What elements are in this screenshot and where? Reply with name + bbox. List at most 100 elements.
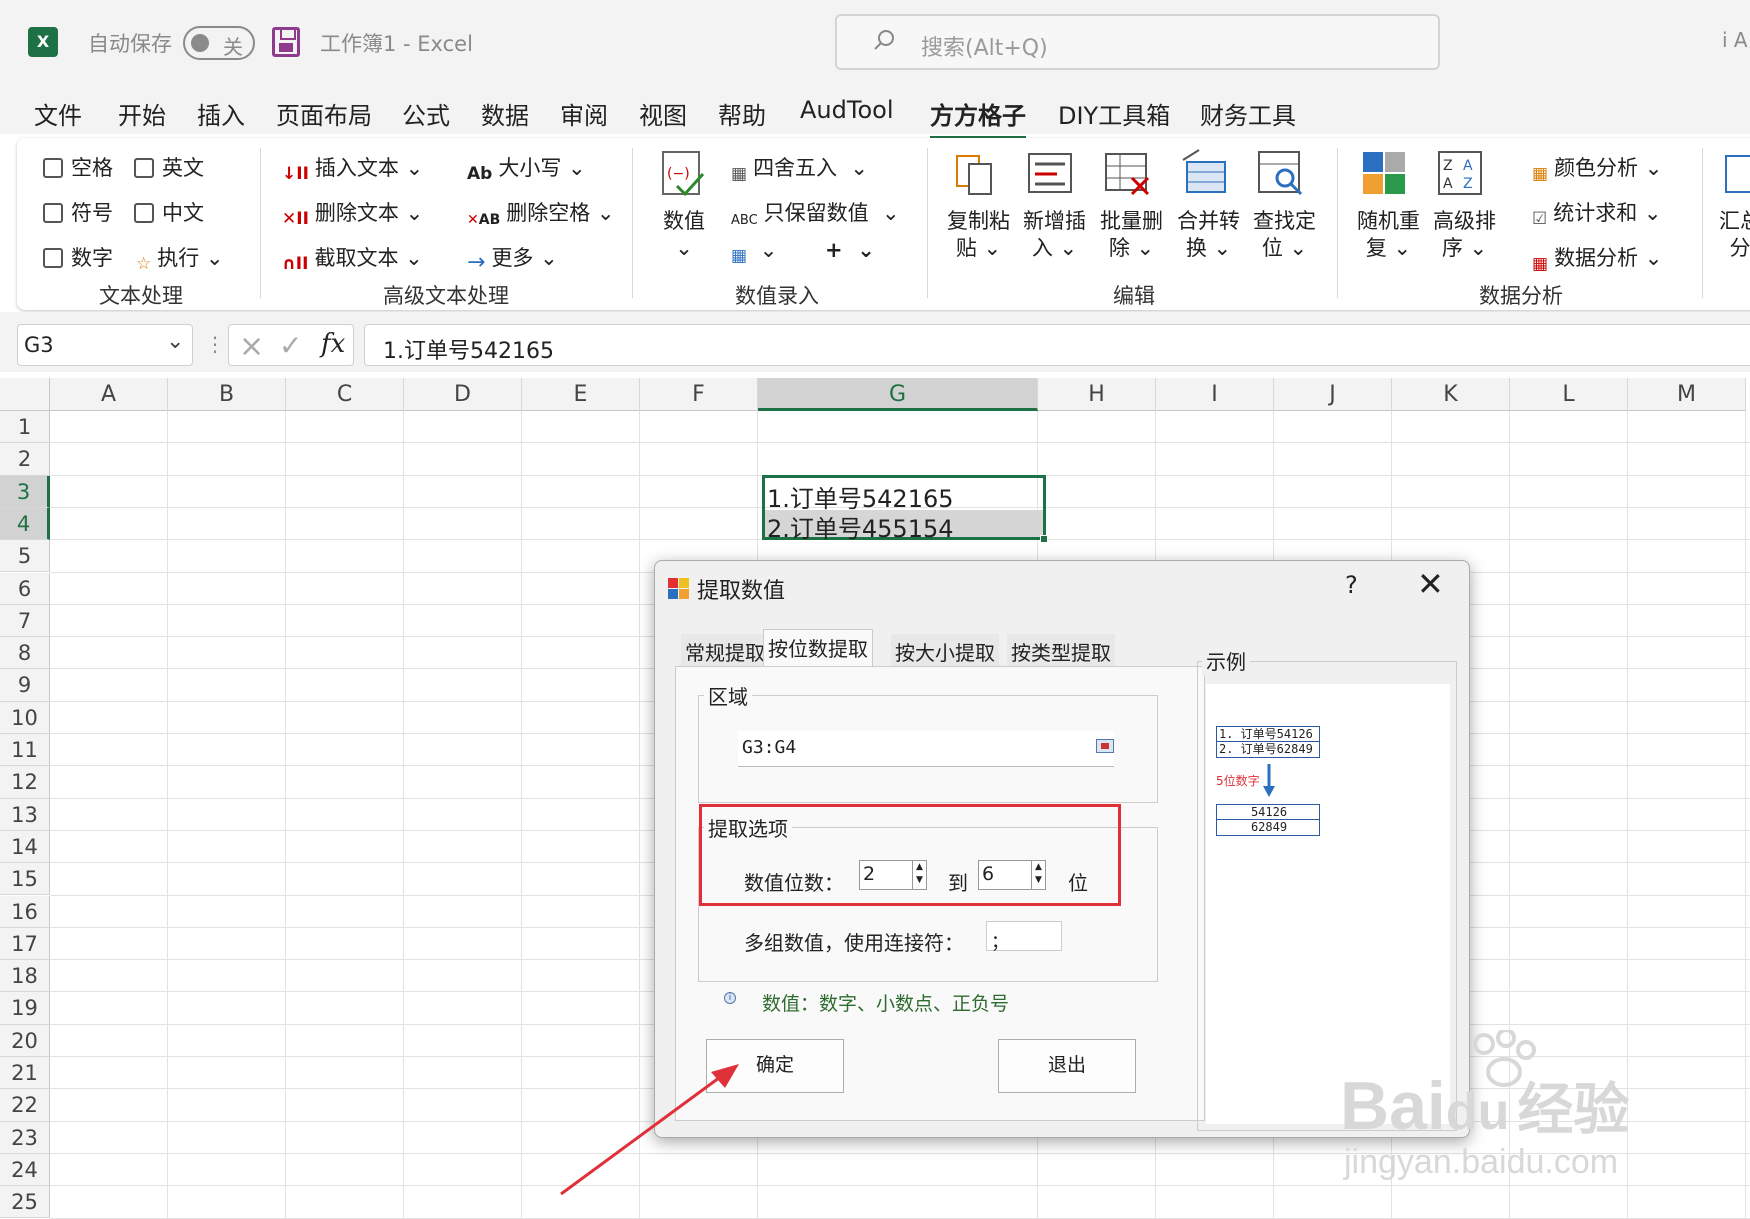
stat-sum-button[interactable]: ☑ 统计求和 ⌄ <box>1532 197 1662 229</box>
delete-space-button[interactable]: ✕AB 删除空格 ⌄ <box>467 197 615 228</box>
row-header-5[interactable]: 5 <box>0 540 50 573</box>
column-header-h[interactable]: H <box>1038 378 1156 411</box>
data-analysis-button[interactable]: ▦ 数据分析 ⌄ <box>1532 242 1662 274</box>
add-insert-button[interactable]: 新增插入 ⌄ <box>1023 208 1086 262</box>
row-header-17[interactable]: 17 <box>0 927 50 961</box>
confirm-icon[interactable]: ✓ <box>279 329 302 362</box>
tab-data[interactable]: 数据 <box>481 96 529 131</box>
color-analysis-button[interactable]: ▦ 颜色分析 ⌄ <box>1532 152 1662 184</box>
row-header-19[interactable]: 19 <box>0 992 50 1025</box>
tab-size-extract[interactable]: 按大小提取 <box>891 634 999 666</box>
edit-values-button[interactable]: ▦ ⌄ <box>731 238 777 266</box>
row-header-11[interactable]: 11 <box>0 734 50 767</box>
autosave-toggle[interactable]: 关 <box>183 26 255 60</box>
column-header-f[interactable]: F <box>640 378 758 411</box>
round-button[interactable]: ▦ 四舍五入 ⌄ <box>731 152 868 184</box>
row-header-14[interactable]: 14 <box>0 830 50 864</box>
tab-formulas[interactable]: 公式 <box>402 96 450 131</box>
tab-view[interactable]: 视图 <box>639 96 687 131</box>
copy-paste-button[interactable]: 复制粘贴 ⌄ <box>947 208 1010 262</box>
row-header-2[interactable]: 2 <box>0 443 50 476</box>
row-header-6[interactable]: 6 <box>0 572 50 605</box>
column-header-e[interactable]: E <box>522 378 640 411</box>
row-header-22[interactable]: 22 <box>0 1089 50 1122</box>
search-box[interactable]: 搜索(Alt+Q) <box>835 14 1440 70</box>
column-header-g[interactable]: G <box>758 378 1038 411</box>
region-input[interactable]: G3:G4 <box>738 731 1114 767</box>
row-header-9[interactable]: 9 <box>0 669 50 702</box>
row-header-21[interactable]: 21 <box>0 1057 50 1090</box>
delete-text-button[interactable]: ✕II 删除文本 ⌄ <box>282 197 423 229</box>
column-header-c[interactable]: C <box>286 378 404 411</box>
keep-values-button[interactable]: ABC 只保留数值 ⌄ <box>731 197 900 228</box>
row-header-3[interactable]: 3 <box>0 475 50 508</box>
random-duplicate-button[interactable]: 随机重复 ⌄ <box>1357 208 1420 262</box>
row-header-7[interactable]: 7 <box>0 604 50 638</box>
tab-type-extract[interactable]: 按类型提取 <box>1007 634 1115 666</box>
insert-text-button[interactable]: ↓II 插入文本 ⌄ <box>282 152 423 184</box>
column-header-l[interactable]: L <box>1510 378 1628 411</box>
checkbox-chinese[interactable]: 中文 <box>134 197 204 227</box>
chevron-down-icon[interactable]: ⌄ <box>166 329 184 354</box>
merge-convert-button[interactable]: 合并转换 ⌄ <box>1177 208 1240 262</box>
tab-review[interactable]: 审阅 <box>560 96 608 131</box>
column-header-d[interactable]: D <box>404 378 522 411</box>
help-icon[interactable]: ? <box>1345 571 1358 599</box>
checkbox-symbol[interactable]: 符号 <box>43 197 113 227</box>
column-header-b[interactable]: B <box>168 378 286 411</box>
row-header-8[interactable]: 8 <box>0 637 50 670</box>
column-header-i[interactable]: I <box>1156 378 1274 411</box>
advanced-sort-button[interactable]: 高级排序 ⌄ <box>1433 208 1496 262</box>
row-header-25[interactable]: 25 <box>0 1186 50 1219</box>
row-header-13[interactable]: 13 <box>0 798 50 831</box>
checkbox-english[interactable]: 英文 <box>134 152 204 182</box>
summary-button[interactable]: 汇总分 <box>1719 208 1750 262</box>
name-box[interactable]: G3 ⌄ <box>17 324 193 366</box>
user-account[interactable]: i A <box>1722 28 1748 52</box>
insert-function-icon[interactable]: fx <box>321 329 345 359</box>
tab-diy-toolbox[interactable]: DIY工具箱 <box>1058 96 1170 131</box>
tab-fangfang[interactable]: 方方格子 <box>930 96 1026 139</box>
row-header-4[interactable]: 4 <box>0 507 50 541</box>
column-header-a[interactable]: A <box>50 378 168 411</box>
plus-button[interactable]: + ⌄ <box>825 238 875 262</box>
tab-audtool[interactable]: AudTool <box>800 96 893 124</box>
checkbox-number[interactable]: 数字 <box>43 242 113 272</box>
find-locate-button[interactable]: 查找定位 ⌄ <box>1253 208 1316 262</box>
row-header-1[interactable]: 1 <box>0 411 50 444</box>
formula-input[interactable]: 1.订单号542165 <box>364 324 1750 366</box>
range-picker-icon[interactable] <box>1096 739 1114 753</box>
tab-general-extract[interactable]: 常规提取 <box>681 634 769 666</box>
tab-file[interactable]: 文件 <box>34 96 82 131</box>
column-header-m[interactable]: M <box>1628 378 1746 411</box>
row-header-16[interactable]: 16 <box>0 895 50 928</box>
cell-g4[interactable]: 2.订单号455154 <box>767 509 954 544</box>
tab-finance-tools[interactable]: 财务工具 <box>1200 96 1296 131</box>
exit-button[interactable]: 退出 <box>998 1039 1136 1093</box>
more-options-icon[interactable]: ⋮ <box>205 332 225 356</box>
tab-page-layout[interactable]: 页面布局 <box>276 96 372 131</box>
tab-help[interactable]: 帮助 <box>718 96 766 131</box>
row-header-18[interactable]: 18 <box>0 960 50 993</box>
close-icon[interactable]: ✕ <box>1417 565 1444 603</box>
cancel-icon[interactable]: × <box>239 329 264 364</box>
cut-text-button[interactable]: ∩II 截取文本 ⌄ <box>282 242 423 274</box>
column-header-k[interactable]: K <box>1392 378 1510 411</box>
row-header-23[interactable]: 23 <box>0 1121 50 1154</box>
row-header-12[interactable]: 12 <box>0 766 50 799</box>
checkbox-space[interactable]: 空格 <box>43 152 113 182</box>
case-button[interactable]: Ab 大小写 ⌄ <box>467 152 586 184</box>
row-header-15[interactable]: 15 <box>0 863 50 896</box>
batch-delete-button[interactable]: 批量删除 ⌄ <box>1100 208 1163 262</box>
tab-insert[interactable]: 插入 <box>197 96 245 131</box>
execute-button[interactable]: ☆ 执行 ⌄ <box>136 242 224 274</box>
save-icon[interactable] <box>272 27 300 57</box>
tab-digit-extract[interactable]: 按位数提取 <box>763 629 873 669</box>
row-header-20[interactable]: 20 <box>0 1024 50 1057</box>
connector-input[interactable]: ； <box>986 921 1062 953</box>
column-header-j[interactable]: J <box>1274 378 1392 411</box>
value-button[interactable]: 数值 ⌄ <box>663 208 705 262</box>
row-header-24[interactable]: 24 <box>0 1153 50 1187</box>
fill-handle[interactable] <box>1040 535 1048 543</box>
tab-home[interactable]: 开始 <box>118 96 166 131</box>
